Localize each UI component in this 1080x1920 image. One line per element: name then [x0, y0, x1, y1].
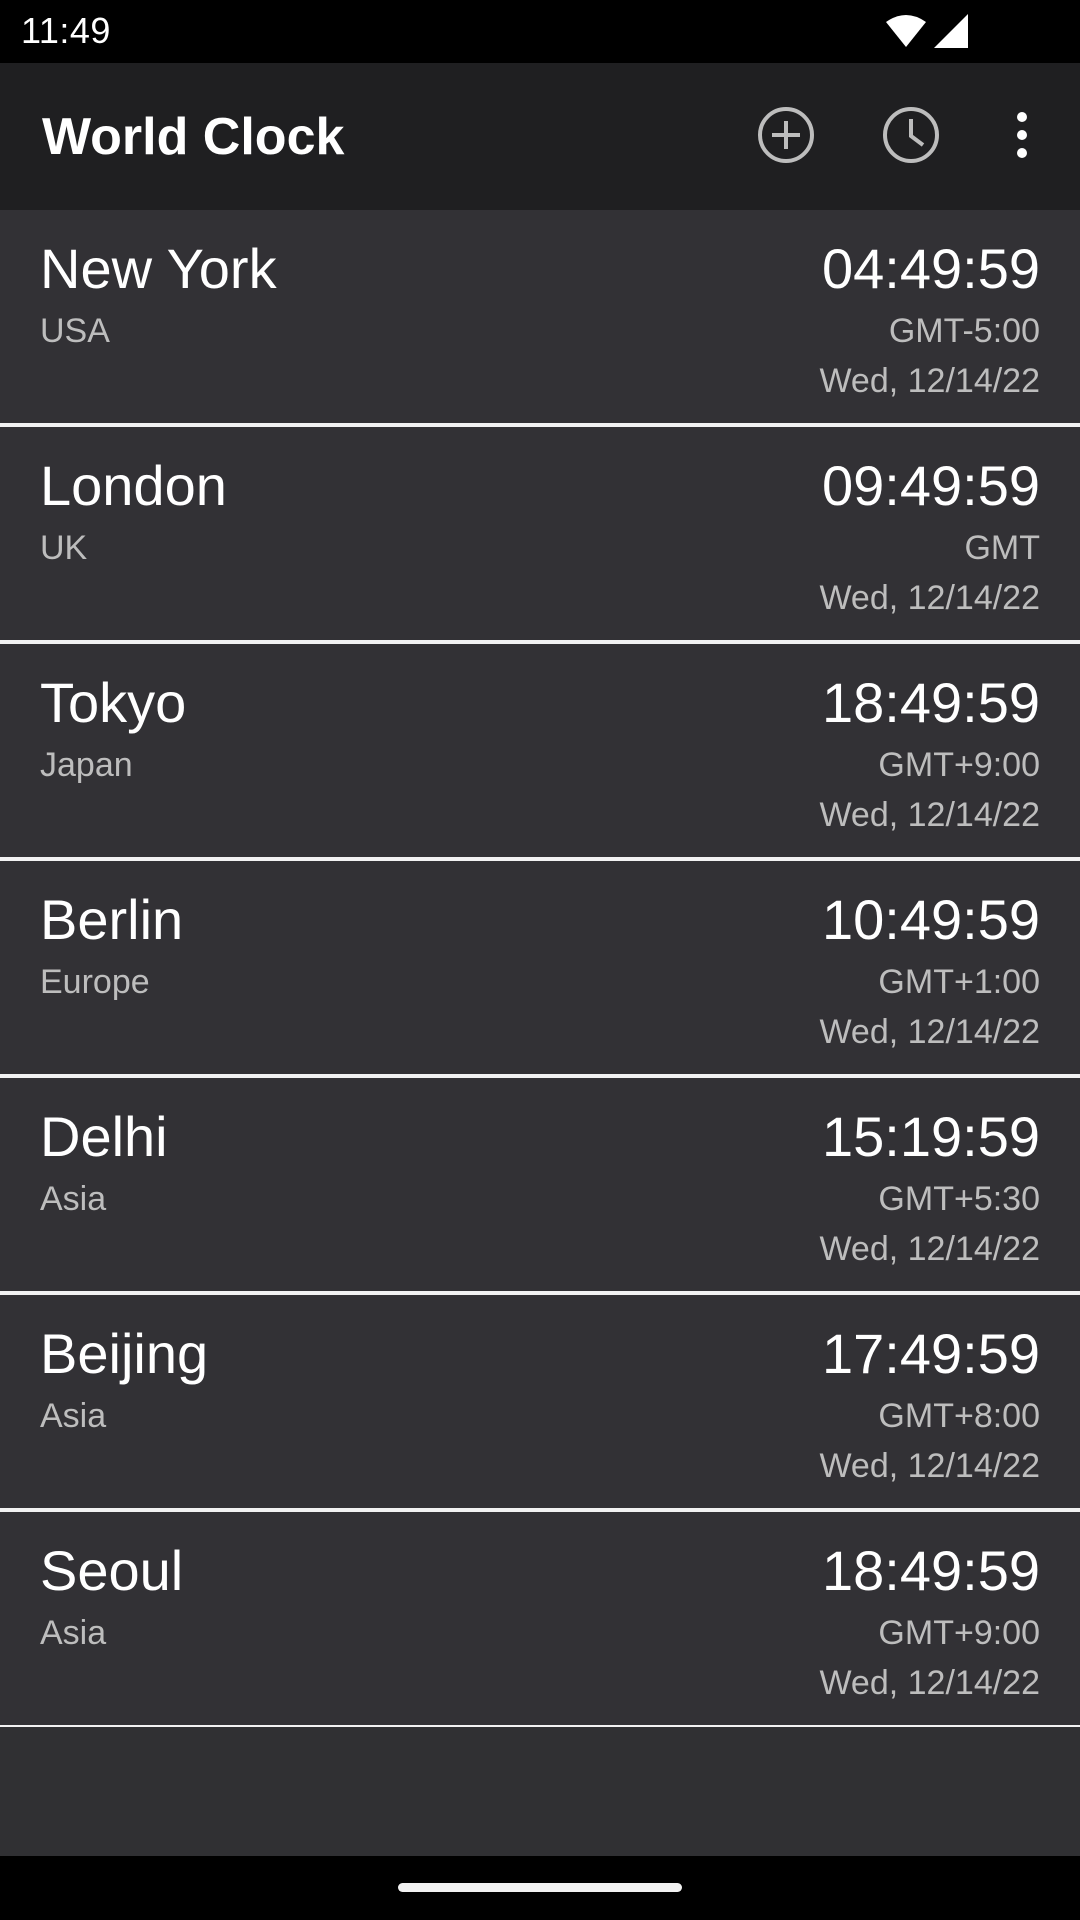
- clock-time: 10:49:59: [822, 888, 1040, 951]
- cellular-signal-icon: [934, 14, 968, 53]
- clock-time: 15:19:59: [822, 1105, 1040, 1168]
- page-title: World Clock: [42, 108, 345, 166]
- add-clock-button[interactable]: [750, 101, 822, 173]
- region-name: Asia: [40, 1397, 107, 1435]
- status-icons: [886, 14, 968, 53]
- clock-row-tokyo[interactable]: Tokyo Japan 18:49:59 GMT+9:00 Wed, 12/14…: [0, 644, 1080, 861]
- gmt-offset: GMT-5:00: [888, 312, 1040, 350]
- gmt-offset: GMT+1:00: [878, 963, 1040, 1001]
- clock-row-london[interactable]: London UK 09:49:59 GMT Wed, 12/14/22: [0, 427, 1080, 644]
- clock-time: 18:49:59: [822, 1539, 1040, 1602]
- city-name: Seoul: [40, 1539, 184, 1602]
- clock-date: Wed, 12/14/22: [819, 1447, 1040, 1485]
- clock-row-berlin[interactable]: Berlin Europe 10:49:59 GMT+1:00 Wed, 12/…: [0, 861, 1080, 1078]
- status-bar: 11:49: [0, 0, 1080, 63]
- region-name: Japan: [40, 746, 133, 784]
- clock-date: Wed, 12/14/22: [819, 1013, 1040, 1051]
- city-name: Beijing: [40, 1322, 209, 1385]
- region-name: UK: [40, 529, 88, 567]
- clock-date: Wed, 12/14/22: [819, 1230, 1040, 1268]
- city-name: New York: [40, 237, 277, 300]
- clock-date: Wed, 12/14/22: [819, 579, 1040, 617]
- app-bar: World Clock: [0, 63, 1080, 210]
- add-circle-icon: [755, 104, 817, 171]
- more-vert-icon: [1012, 110, 1032, 165]
- status-time: 11:49: [21, 10, 111, 51]
- clock-list: New York USA 04:49:59 GMT-5:00 Wed, 12/1…: [0, 210, 1080, 1727]
- city-name: London: [40, 454, 227, 517]
- gmt-offset: GMT+9:00: [878, 746, 1040, 784]
- world-clock-screen: 11:49 World Clock New York USA 04:49:59 …: [0, 0, 1080, 1920]
- gmt-offset: GMT+8:00: [878, 1397, 1040, 1435]
- more-options-button[interactable]: [986, 101, 1058, 173]
- region-name: Europe: [40, 963, 150, 1001]
- navigation-bar: [0, 1856, 1080, 1920]
- region-name: Asia: [40, 1180, 107, 1218]
- home-gesture-handle[interactable]: [398, 1883, 682, 1892]
- clock-time: 04:49:59: [822, 237, 1040, 300]
- city-name: Delhi: [40, 1105, 168, 1168]
- clock-row-beijing[interactable]: Beijing Asia 17:49:59 GMT+8:00 Wed, 12/1…: [0, 1295, 1080, 1512]
- clock-time: 18:49:59: [822, 671, 1040, 734]
- city-name: Berlin: [40, 888, 184, 951]
- gmt-offset: GMT: [964, 529, 1040, 567]
- clock-date: Wed, 12/14/22: [819, 1664, 1040, 1702]
- clock-time: 09:49:59: [822, 454, 1040, 517]
- gmt-offset: GMT+9:00: [878, 1614, 1040, 1652]
- gmt-offset: GMT+5:30: [878, 1180, 1040, 1218]
- clock-row-new-york[interactable]: New York USA 04:49:59 GMT-5:00 Wed, 12/1…: [0, 210, 1080, 427]
- region-name: Asia: [40, 1614, 107, 1652]
- clock-date: Wed, 12/14/22: [819, 796, 1040, 834]
- clock-icon: [880, 104, 942, 171]
- region-name: USA: [40, 312, 110, 350]
- time-button[interactable]: [875, 101, 947, 173]
- clock-row-delhi[interactable]: Delhi Asia 15:19:59 GMT+5:30 Wed, 12/14/…: [0, 1078, 1080, 1295]
- clock-date: Wed, 12/14/22: [819, 362, 1040, 400]
- clock-row-seoul[interactable]: Seoul Asia 18:49:59 GMT+9:00 Wed, 12/14/…: [0, 1512, 1080, 1727]
- wifi-icon: [886, 14, 926, 53]
- clock-time: 17:49:59: [822, 1322, 1040, 1385]
- city-name: Tokyo: [40, 671, 187, 734]
